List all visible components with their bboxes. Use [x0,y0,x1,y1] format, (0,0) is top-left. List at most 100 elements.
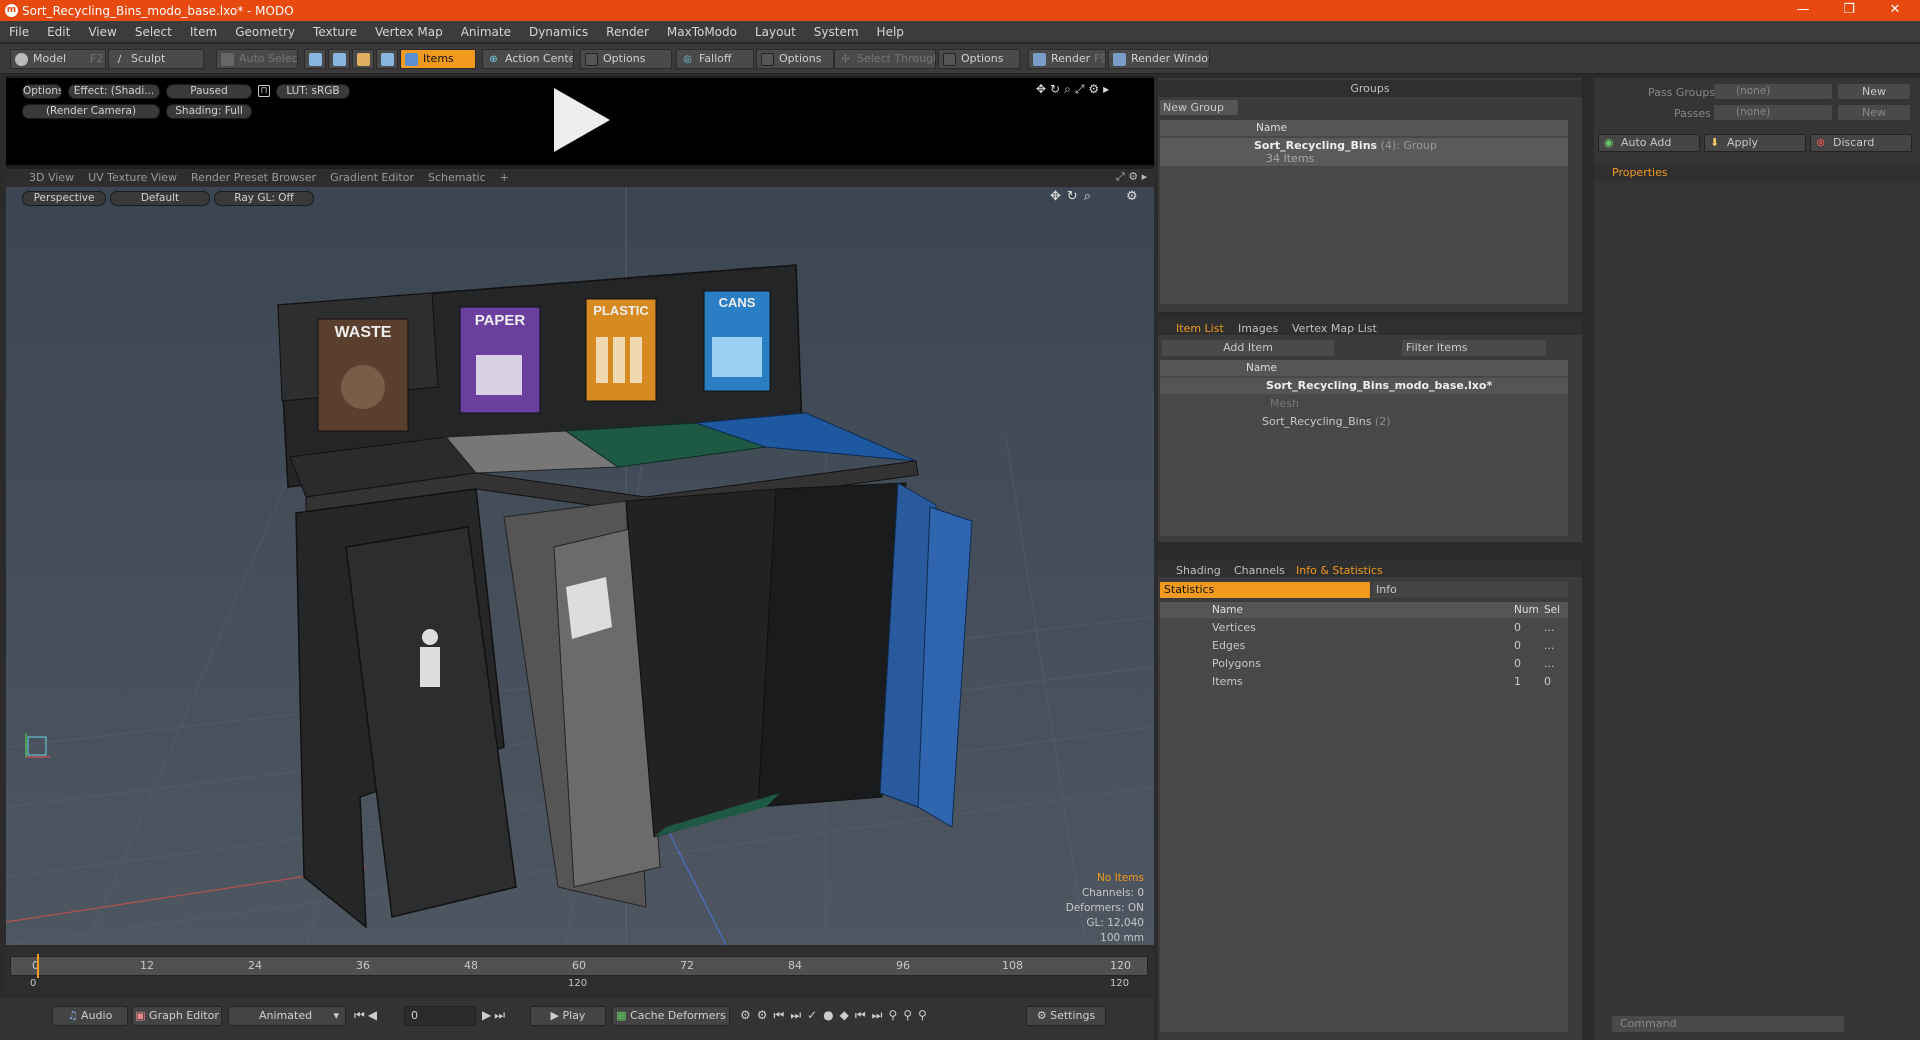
add-tab-button[interactable]: + [493,169,516,187]
edges-mode-button[interactable] [328,49,350,69]
menu-bar: File Edit View Select Item Geometry Text… [0,21,1920,43]
info-subtab[interactable]: Info [1372,582,1568,598]
menu-file[interactable]: File [0,25,38,39]
menu-dynamics[interactable]: Dynamics [520,25,597,39]
cache-deformers-button[interactable]: ▦ Cache Deformers [612,1006,730,1026]
lut-dropdown[interactable]: LUT: sRGB [276,84,350,99]
falloff-button[interactable]: ◎ Falloff [676,49,754,69]
tab-render-preset-browser[interactable]: Render Preset Browser [184,169,323,187]
bin-label-paper: PAPER [475,312,526,329]
group-row[interactable]: Sort_Recycling_Bins (4): Group 34 Items [1160,138,1568,166]
audio-icon: ♫ [67,1009,82,1022]
audio-button[interactable]: ♫ Audio [52,1006,128,1026]
auto-select-button[interactable]: Auto Select [216,49,298,69]
falloff-options-button[interactable]: Options [756,49,834,69]
viewport-expand-icons[interactable]: ⤢ ⚙ ▸ [1116,170,1147,184]
tab-images[interactable]: Images [1238,320,1278,337]
preview-nav-icons[interactable]: ✥↻⌕⤢⚙▸ [1036,82,1113,97]
tab-3d-view[interactable]: 3D View [22,169,81,187]
vertices-icon [309,53,322,66]
preview-paused-button[interactable]: Paused [166,84,252,99]
bins-item[interactable]: Sort_Recycling_Bins (2) [1262,415,1391,428]
playhead[interactable] [37,954,39,978]
tab-uv-texture-view[interactable]: UV Texture View [81,169,184,187]
sculpt-mode-button[interactable]: / Sculpt [108,49,204,69]
preview-effect-dropdown[interactable]: Effect: (Shadi... [68,84,160,99]
menu-animate[interactable]: Animate [452,25,520,39]
vertices-mode-button[interactable] [304,49,326,69]
statistics-subtab[interactable]: Statistics [1160,582,1370,598]
shading-dropdown[interactable]: Shading: Full [166,104,252,119]
menu-maxtomodo[interactable]: MaxToModo [658,25,746,39]
filter-items-input[interactable]: Filter Items [1402,340,1546,356]
frame-input[interactable]: 0 [404,1006,476,1026]
scene-canvas: WASTE PAPER PLASTIC CANS [6,187,1154,945]
table-row[interactable]: Polygons 0 ... [1160,656,1568,672]
menu-help[interactable]: Help [868,25,913,39]
tab-item-list[interactable]: Item List [1176,320,1224,337]
items-mode-button[interactable]: Items [400,49,476,69]
timeline[interactable]: 0 12 24 36 48 60 72 84 96 108 120 0 120 … [6,948,1154,994]
mesh-item[interactable]: Mesh [1270,397,1299,410]
tab-vertex-map-list[interactable]: Vertex Map List [1292,320,1377,337]
menu-vertex-map[interactable]: Vertex Map [366,25,452,39]
select-through-icon: ✣ [841,54,850,65]
select-through-button[interactable]: ✣ Select Through [834,49,936,69]
menu-system[interactable]: System [805,25,868,39]
table-row[interactable]: Items 1 0 [1160,674,1568,690]
close-button[interactable]: ✕ [1872,0,1918,21]
graph-editor-button[interactable]: ▣ Graph Editor [132,1006,222,1026]
menu-edit[interactable]: Edit [38,25,79,39]
action-center-options-button[interactable]: Options [580,49,672,69]
menu-layout[interactable]: Layout [746,25,805,39]
menu-item[interactable]: Item [181,25,226,39]
tab-channels[interactable]: Channels [1234,562,1285,579]
menu-select[interactable]: Select [126,25,181,39]
menu-geometry[interactable]: Geometry [226,25,304,39]
auto-add-icon: ◉ [1604,136,1614,149]
apply-button[interactable]: ⬇ Apply [1704,134,1806,152]
tab-properties[interactable]: Properties [1612,166,1668,179]
render-button[interactable]: RenderF9 [1028,49,1106,69]
3d-viewport[interactable]: Perspective Default Ray GL: Off ✥↻⌕ ⚙ WA… [6,187,1154,945]
play-button[interactable]: ▶ Play [530,1006,606,1026]
menu-texture[interactable]: Texture [304,25,366,39]
camera-dropdown[interactable]: (Render Camera) [22,104,160,119]
discard-button[interactable]: ⊗ Discard [1810,134,1912,152]
play-icon[interactable] [546,84,618,156]
menu-render[interactable]: Render [597,25,658,39]
auto-add-button[interactable]: ◉ Auto Add [1598,134,1700,152]
menu-view[interactable]: View [79,25,125,39]
polygons-mode-button[interactable] [352,49,374,69]
action-center-button[interactable]: ⊕ Action Center [482,49,574,69]
tab-gradient-editor[interactable]: Gradient Editor [323,169,421,187]
new-pass-group-button[interactable]: New [1838,84,1910,99]
passes-dropdown[interactable]: (none) [1714,105,1832,120]
tab-info-statistics[interactable]: Info & Statistics [1296,562,1383,579]
materials-mode-button[interactable] [376,49,398,69]
pass-groups-dropdown[interactable]: (none) [1714,84,1832,99]
animated-dropdown[interactable]: Animated ▾ [228,1006,346,1026]
frame-back-icons[interactable]: ⏮◀ [354,1008,380,1023]
frame-forward-icons[interactable]: ▶⏭ [482,1008,508,1023]
model-mode-button[interactable]: Model F2 [10,49,106,69]
new-group-button[interactable]: New Group [1160,100,1238,115]
table-row[interactable]: Vertices 0 ... [1160,620,1568,636]
keyframe-tool-icons[interactable]: ⚙⚙⏮⏭✓●◆⏮⏭⚲⚲⚲ [740,1008,933,1023]
channels-label: Channels: 0 [1081,887,1144,899]
new-pass-button[interactable]: New [1838,105,1910,120]
command-input[interactable]: Command [1612,1016,1844,1032]
lock-icon[interactable]: ⊓ [258,85,270,97]
minimize-button[interactable]: — [1780,0,1826,21]
select-through-options-button[interactable]: Options [938,49,1020,69]
settings-button[interactable]: ⚙ Settings [1026,1006,1106,1026]
tab-shading[interactable]: Shading [1176,562,1221,579]
preview-options-button[interactable]: Options [22,84,62,99]
list-item[interactable]: Sort_Recycling_Bins_modo_base.lxo* [1160,378,1568,394]
tab-schematic[interactable]: Schematic [421,169,493,187]
render-window-button[interactable]: Render Window [1108,49,1210,69]
table-row[interactable]: Edges 0 ... [1160,638,1568,654]
add-item-dropdown[interactable]: Add Item [1162,340,1334,356]
unit-label: 100 mm [1100,932,1144,944]
maximize-button[interactable]: ❐ [1826,0,1872,21]
